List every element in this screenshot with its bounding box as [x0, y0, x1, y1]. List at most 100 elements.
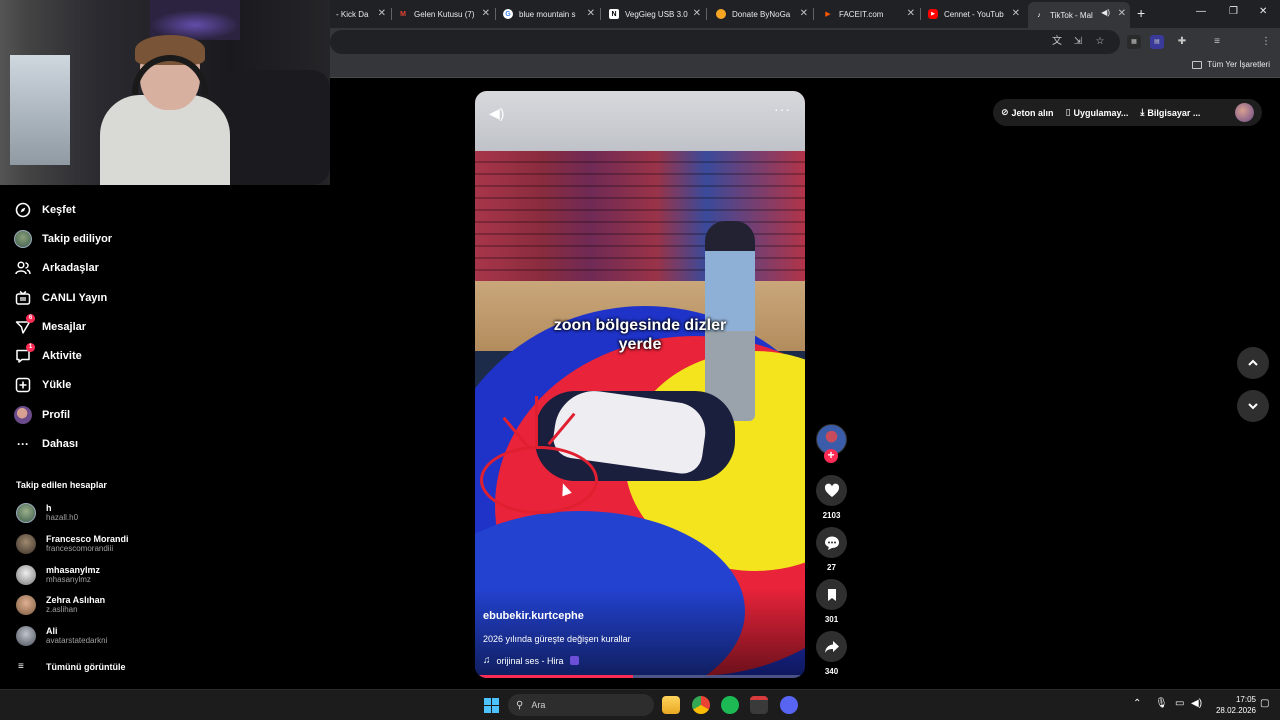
video-author[interactable]: ebubekir.kurtcephe	[483, 610, 584, 622]
close-icon[interactable]: ✕	[1118, 8, 1126, 20]
sidebar-item-live[interactable]: CANLI Yayın	[14, 287, 107, 309]
next-video-button[interactable]	[1237, 390, 1269, 422]
tab-notion[interactable]: N VegGieg USB 3.0 ✕	[603, 4, 705, 24]
network-icon[interactable]: ▭	[1175, 698, 1184, 709]
like-count: 2103	[822, 511, 841, 520]
close-icon[interactable]: ✕	[800, 8, 808, 20]
video-sound[interactable]: ♫ orijinal ses - Hira	[483, 655, 579, 666]
donate-icon	[716, 9, 726, 19]
kebab-menu-icon[interactable]: ⋮	[1259, 35, 1273, 49]
sidebar-item-label: Arkadaşlar	[42, 262, 99, 274]
tab-title: Cennet - YouTub	[944, 9, 1004, 19]
tab-donate[interactable]: Donate ByNoGa ✕	[710, 4, 812, 24]
like-button[interactable]	[816, 475, 847, 506]
following-account-item[interactable]: h hazall.h0	[16, 503, 78, 523]
following-account-item[interactable]: mhasanylmz mhasanylmz	[16, 565, 100, 585]
close-window-button[interactable]: ✕	[1259, 6, 1267, 17]
share-count: 340	[824, 667, 839, 676]
sidebar-item-friends[interactable]: Arkadaşlar	[14, 257, 99, 279]
chevron-up-icon[interactable]: ⌃	[1133, 698, 1141, 709]
tab-gmail[interactable]: M Gelen Kutusu (7) ✕	[392, 4, 494, 24]
see-all-button[interactable]: ≡ Tümünü görüntüle	[18, 661, 125, 672]
video-caption-line: yerde	[618, 336, 662, 353]
get-app-button[interactable]: ▯ Uygulamay...	[1066, 107, 1129, 118]
close-icon[interactable]: ✕	[482, 8, 490, 20]
chrome-icon[interactable]	[692, 696, 710, 714]
tab-title: TikTok - Mal	[1050, 10, 1093, 20]
system-clock[interactable]: 17:05 28.02.2026	[1208, 694, 1256, 716]
extension-badge-icon[interactable]: ▤	[1150, 35, 1164, 49]
follow-plus-icon[interactable]: +	[824, 449, 838, 463]
media-control-icon[interactable]: ≡	[1210, 35, 1224, 49]
all-bookmarks-button[interactable]: Tüm Yer İşaretleri	[1192, 60, 1270, 69]
close-icon[interactable]: ✕	[693, 8, 701, 20]
video-player[interactable]: zoon bölgesinde dizler yerde ◀) ··· ebub…	[475, 91, 805, 678]
get-coins-button[interactable]: ⊘ Jeton alın	[1001, 107, 1054, 118]
previous-video-button[interactable]	[1237, 347, 1269, 379]
comment-button[interactable]	[816, 527, 847, 558]
tab-google[interactable]: G blue mountain s ✕	[497, 4, 599, 24]
tab-title: FACEIT.com	[839, 9, 884, 19]
tab-faceit[interactable]: ▶ FACEIT.com ✕	[817, 4, 919, 24]
tab-tiktok[interactable]: ♪ TikTok - Mal ◀) ✕	[1028, 2, 1130, 28]
file-explorer-icon[interactable]	[662, 696, 680, 714]
close-icon[interactable]: ✕	[378, 8, 386, 20]
close-icon[interactable]: ✕	[907, 8, 915, 20]
speaker-icon[interactable]: ◀)	[1101, 8, 1110, 17]
close-icon[interactable]: ✕	[587, 8, 595, 20]
sidebar-item-profile[interactable]: Profil	[14, 404, 70, 426]
calculator-icon[interactable]	[750, 696, 768, 714]
tab-title: VegGieg USB 3.0	[625, 9, 688, 19]
profile-avatar-icon	[14, 406, 32, 424]
notification-icon[interactable]: ▢	[1260, 698, 1269, 709]
puzzle-icon[interactable]: ✚	[1175, 35, 1189, 49]
address-bar[interactable]	[330, 30, 1120, 54]
new-tab-button[interactable]: +	[1137, 5, 1145, 21]
user-avatar[interactable]	[1235, 103, 1254, 122]
volume-icon[interactable]: ◀)	[1191, 698, 1202, 709]
sidebar-item-activity[interactable]: 1 Aktivite	[14, 343, 82, 367]
minimize-button[interactable]: —	[1196, 6, 1206, 17]
taskbar-search[interactable]: ⚲ Ara	[508, 694, 654, 716]
tab-youtube[interactable]: ▶ Cennet - YouTub ✕	[922, 4, 1024, 24]
tab-kick[interactable]: - Kick Da ✕	[330, 4, 390, 24]
tab-separator	[495, 8, 496, 20]
translate-icon[interactable]: 文	[1050, 35, 1064, 49]
close-icon[interactable]: ✕	[1012, 8, 1020, 20]
following-avatar-icon	[14, 230, 32, 248]
tab-title: Donate ByNoGa	[732, 9, 791, 19]
sidebar-item-messages[interactable]: 6 Mesajlar	[14, 314, 86, 338]
sidebar-item-following[interactable]: Takip ediliyor	[14, 228, 112, 250]
comment-icon	[824, 536, 839, 550]
share-button[interactable]	[816, 631, 847, 662]
bookmark-star-icon[interactable]: ☆	[1093, 35, 1107, 49]
webcam-overlay	[0, 0, 330, 185]
restore-button[interactable]: ❐	[1229, 6, 1238, 17]
extension-icon[interactable]: ▦	[1127, 35, 1141, 49]
spotify-icon[interactable]	[721, 696, 739, 714]
account-username: hazall.h0	[46, 513, 79, 522]
save-button[interactable]	[816, 579, 847, 610]
discord-icon[interactable]	[780, 696, 798, 714]
more-options-icon[interactable]: ···	[774, 101, 791, 117]
volume-icon[interactable]: ◀)	[489, 105, 504, 122]
following-account-item[interactable]: Ali avatarstatedarkni	[16, 626, 107, 646]
desktop-app-button[interactable]: ⤓ Bilgisayar ...	[1140, 107, 1200, 118]
cast-icon[interactable]: ⇲	[1071, 35, 1085, 49]
see-all-label: Tümünü görüntüle	[46, 661, 126, 672]
chevron-down-icon	[1248, 403, 1258, 410]
sidebar-item-upload[interactable]: Yükle	[14, 374, 71, 396]
all-bookmarks-label: Tüm Yer İşaretleri	[1207, 60, 1270, 69]
phone-icon: ▯	[1065, 107, 1071, 117]
activity-icon: 1	[14, 343, 35, 365]
avatar	[16, 534, 36, 554]
clock-date: 28.02.2026	[1215, 706, 1256, 715]
following-account-item[interactable]: Zehra Aslıhan z.aslihan	[16, 595, 105, 615]
sidebar-item-explore[interactable]: Keşfet	[14, 199, 76, 221]
tab-separator	[706, 8, 707, 20]
sound-label: orijinal ses - Hira	[496, 655, 564, 666]
sidebar-item-more[interactable]: ··· Dahası	[14, 433, 78, 455]
windows-start-icon[interactable]	[484, 698, 499, 713]
microphone-icon[interactable]: 🎙	[1155, 698, 1168, 709]
following-account-item[interactable]: Francesco Morandi francescomorandiii	[16, 534, 129, 554]
